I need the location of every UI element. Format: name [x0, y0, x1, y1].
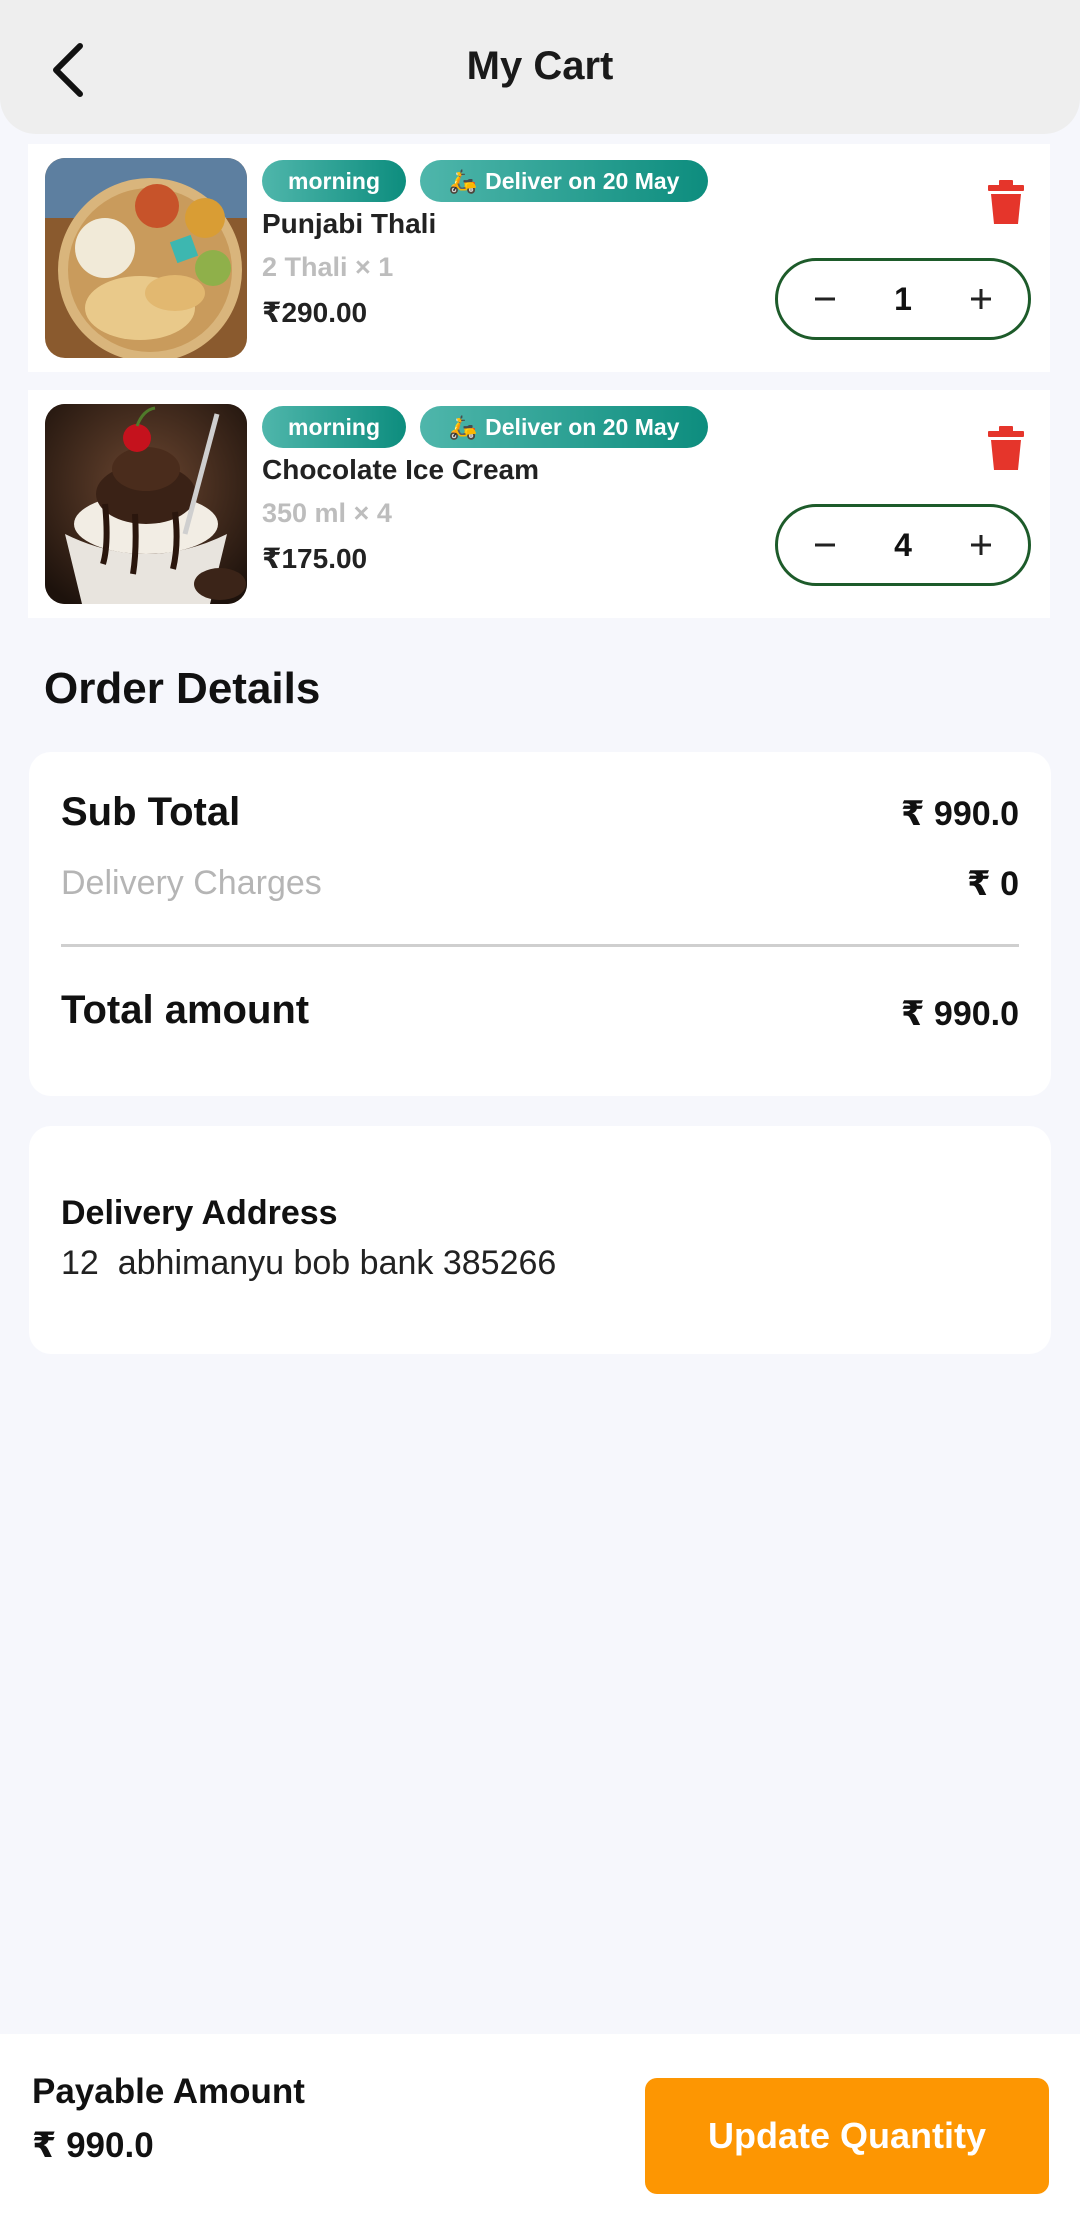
page-title: My Cart	[466, 44, 614, 88]
minus-icon	[815, 297, 835, 301]
delete-button[interactable]	[986, 426, 1026, 470]
scooter-icon: 🛵	[448, 167, 478, 194]
item-image-thali	[45, 158, 247, 358]
plus-icon	[971, 289, 991, 309]
total-amount-value: ₹ 990.0	[900, 995, 1019, 1033]
delivery-charges-value: ₹ 0	[966, 865, 1019, 903]
decrease-button[interactable]	[790, 507, 860, 583]
slot-badge: morning	[262, 406, 406, 448]
delete-button[interactable]	[986, 180, 1026, 224]
scooter-icon: 🛵	[448, 413, 478, 440]
order-details-title: Order Details	[44, 664, 321, 713]
app-header: My Cart	[0, 0, 1080, 134]
divider	[61, 944, 1019, 947]
trash-icon	[988, 180, 1024, 224]
increase-button[interactable]	[946, 261, 1016, 337]
bottom-bar: Payable Amount ₹ 990.0 Update Quantity	[0, 2034, 1080, 2225]
total-amount-label: Total amount	[61, 988, 310, 1032]
item-image-ice-cream	[45, 404, 247, 604]
sub-total-value: ₹ 990.0	[900, 795, 1019, 833]
delivery-address-card: Delivery Address 12 abhimanyu bob bank 3…	[29, 1126, 1051, 1354]
item-name: Punjabi Thali	[262, 208, 437, 239]
plus-icon	[971, 535, 991, 555]
item-price: ₹290.00	[262, 297, 368, 328]
update-quantity-button[interactable]: Update Quantity	[645, 2078, 1049, 2194]
deliver-badge: 🛵 Deliver on 20 May	[420, 160, 708, 202]
delivery-address-text: 12 abhimanyu bob bank 385266	[61, 1244, 557, 1282]
item-tags: morning 🛵 Deliver on 20 May	[262, 406, 708, 448]
slot-badge: morning	[262, 160, 406, 202]
cart-item: morning 🛵 Deliver on 20 May Punjabi Thal…	[28, 144, 1050, 372]
quantity-stepper: 1	[775, 258, 1031, 340]
order-summary-card: Sub Total ₹ 990.0 Delivery Charges ₹ 0 T…	[29, 752, 1051, 1096]
item-quantity-text: 350 ml × 4	[262, 498, 392, 528]
payable-amount-label: Payable Amount	[32, 2072, 305, 2111]
sub-total-label: Sub Total	[61, 790, 241, 834]
delivery-address-title: Delivery Address	[61, 1194, 338, 1232]
increase-button[interactable]	[946, 507, 1016, 583]
trash-icon	[988, 426, 1024, 470]
quantity-stepper: 4	[775, 504, 1031, 586]
minus-icon	[815, 543, 835, 547]
item-quantity-text: 2 Thali × 1	[262, 252, 394, 282]
item-price: ₹175.00	[262, 543, 368, 574]
payable-amount-value: ₹ 990.0	[32, 2126, 154, 2165]
delivery-charges-label: Delivery Charges	[61, 864, 322, 902]
item-name: Chocolate Ice Cream	[262, 454, 539, 485]
item-tags: morning 🛵 Deliver on 20 May	[262, 160, 708, 202]
cart-item: morning 🛵 Deliver on 20 May Chocolate Ic…	[28, 390, 1050, 618]
deliver-badge: 🛵 Deliver on 20 May	[420, 406, 708, 448]
decrease-button[interactable]	[790, 261, 860, 337]
